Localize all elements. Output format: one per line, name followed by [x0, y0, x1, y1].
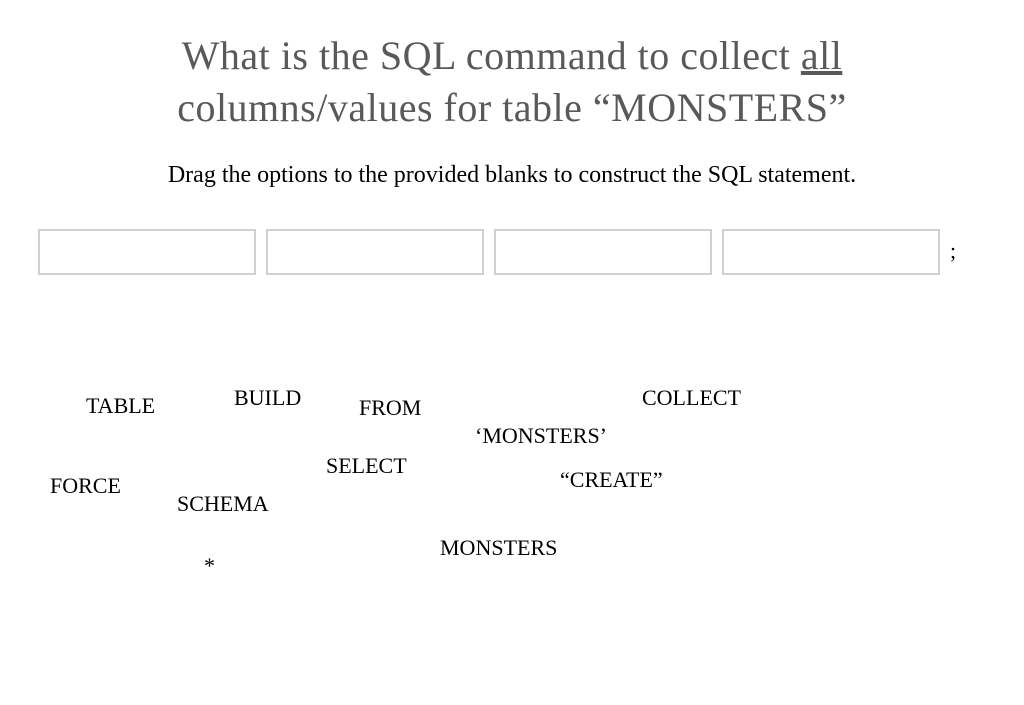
blank-slot-4[interactable] — [722, 229, 940, 275]
option-select[interactable]: SELECT — [326, 453, 407, 479]
option-monsters-quoted[interactable]: ‘MONSTERS’ — [475, 423, 607, 449]
instruction-text: Drag the options to the provided blanks … — [0, 162, 1024, 189]
option-table[interactable]: TABLE — [86, 393, 155, 419]
title-line2: columns/values for table “MONSTERS” — [177, 85, 847, 130]
options-area: TABLE BUILD FROM COLLECT ‘MONSTERS’ SELE… — [0, 385, 1024, 635]
blank-slot-1[interactable] — [38, 229, 256, 275]
blank-slot-2[interactable] — [266, 229, 484, 275]
blanks-row: ; — [0, 229, 1024, 275]
title-line1-prefix: What is the SQL command to collect — [182, 33, 801, 78]
option-schema[interactable]: SCHEMA — [177, 491, 269, 517]
option-collect[interactable]: COLLECT — [642, 385, 741, 411]
option-star[interactable]: * — [204, 553, 215, 579]
question-title: What is the SQL command to collect all c… — [0, 0, 1024, 134]
blank-slot-3[interactable] — [494, 229, 712, 275]
title-line1-underlined: all — [801, 33, 842, 78]
option-monsters[interactable]: MONSTERS — [440, 535, 557, 561]
option-from[interactable]: FROM — [359, 395, 421, 421]
option-build[interactable]: BUILD — [234, 385, 301, 411]
option-create-quoted[interactable]: “CREATE” — [560, 467, 663, 493]
semicolon-text: ; — [950, 238, 956, 266]
option-force[interactable]: FORCE — [50, 473, 121, 499]
